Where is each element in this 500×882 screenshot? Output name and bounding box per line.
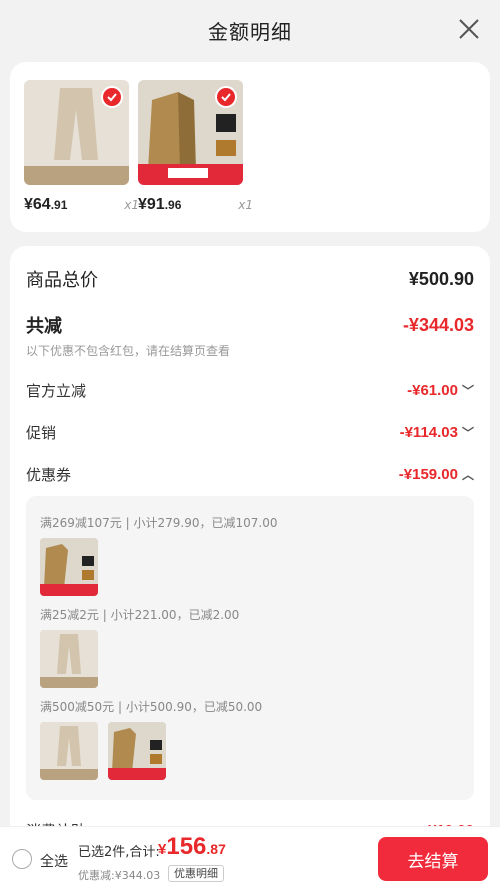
discount-amount: 优惠减:¥344.03 <box>78 869 161 882</box>
promotion-label: 促销 <box>26 424 57 442</box>
official-discount-value: -¥61.00 ﹀ <box>407 382 474 399</box>
total-discount-value: -¥344.03 <box>402 314 474 335</box>
product-thumbnail[interactable] <box>40 722 98 780</box>
chevron-up-icon[interactable]: ︿ <box>462 466 474 483</box>
product-item[interactable]: ¥64.91 x1 <box>24 80 139 213</box>
product-price: ¥64.91 <box>24 196 68 213</box>
coupon-line: 满269减107元 | 小计279.90，已减107.00 <box>40 516 278 530</box>
checked-icon[interactable] <box>215 86 237 108</box>
promotion-row[interactable]: 促销 -¥114.03 ﹀ <box>26 422 474 443</box>
product-quantity: x1 <box>124 198 139 212</box>
coupon-line: 满500减50元 | 小计500.90，已减50.00 <box>40 700 263 714</box>
product-thumbnail[interactable] <box>40 630 98 688</box>
page-title: 金额明细 <box>208 19 292 44</box>
product-image[interactable] <box>138 80 243 185</box>
selected-products-card: ¥64.91 x1 ¥91.96 x1 <box>10 62 490 232</box>
selection-summary: 已选2件,合计: <box>78 845 160 860</box>
coupon-label: 优惠券 <box>26 466 72 484</box>
chevron-down-icon[interactable]: ﹀ <box>462 382 474 399</box>
chevron-down-icon[interactable]: ﹀ <box>462 424 474 441</box>
coupon-value: -¥159.00 ︿ <box>398 466 474 483</box>
product-price: ¥91.96 <box>138 196 182 213</box>
coupon-row[interactable]: 优惠券 -¥159.00 ︿ <box>26 464 474 485</box>
close-icon[interactable] <box>458 18 480 40</box>
product-item[interactable]: ¥91.96 x1 <box>138 80 253 213</box>
coupon-line: 满25减2元 | 小计221.00，已减2.00 <box>40 608 240 622</box>
total-amount: ¥156.87 <box>158 833 226 860</box>
select-all-label[interactable]: 全选 <box>40 851 68 871</box>
price-detail-card: 商品总价 ¥500.90 共减 -¥344.03 以下优惠不包含红包，请在结算页… <box>10 246 490 882</box>
product-quantity: x1 <box>238 198 253 212</box>
select-all-radio[interactable] <box>12 849 32 869</box>
checkout-button[interactable]: 去结算 <box>378 837 488 881</box>
discount-hint: 以下优惠不包含红包，请在结算页查看 <box>26 344 231 358</box>
official-discount-label: 官方立减 <box>26 382 87 400</box>
product-image[interactable] <box>24 80 129 185</box>
checkout-bar: 全选 已选2件,合计: ¥156.87 优惠减:¥344.03 优惠明细 去结算 <box>0 826 500 882</box>
product-thumbnail[interactable] <box>108 722 166 780</box>
total-price-value: ¥500.90 <box>408 268 474 289</box>
total-discount-row: 共减 -¥344.03 <box>26 312 474 338</box>
total-price-row: 商品总价 ¥500.90 <box>26 266 474 292</box>
discount-detail-button[interactable]: 优惠明细 <box>168 865 224 882</box>
promotion-value: -¥114.03 ﹀ <box>399 424 474 441</box>
modal-header: 金额明细 <box>0 0 500 60</box>
product-thumbnail[interactable] <box>40 538 98 596</box>
total-price-label: 商品总价 <box>26 270 98 291</box>
checked-icon[interactable] <box>101 86 123 108</box>
official-discount-row[interactable]: 官方立减 -¥61.00 ﹀ <box>26 380 474 401</box>
total-discount-label: 共减 <box>26 316 62 337</box>
coupon-breakdown: 满269减107元 | 小计279.90，已减107.00 满25减2元 | 小… <box>26 496 474 800</box>
